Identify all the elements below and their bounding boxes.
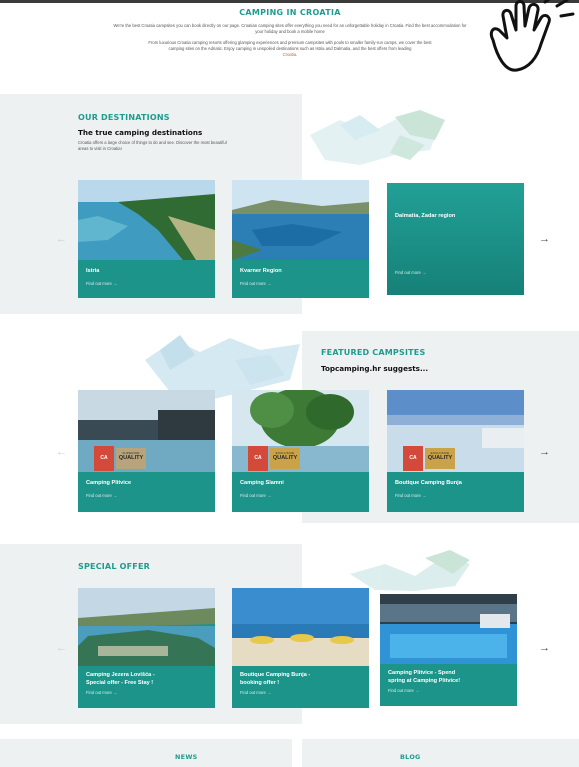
special-prev-arrow-icon[interactable]: ← bbox=[56, 643, 67, 654]
special-title: SPECIAL OFFER bbox=[78, 562, 150, 571]
decorative-map-shape bbox=[310, 110, 445, 165]
intro-block: CAMPING IN CROATIA We're the best Croati… bbox=[70, 8, 510, 63]
bunja-beach-photo bbox=[232, 588, 369, 668]
intro-p2-line1: From luxurious Croatia camping resorts o… bbox=[148, 40, 432, 45]
blog-title[interactable]: BLOG bbox=[400, 753, 421, 761]
card-name-line2: Special offer - Free Stay ! bbox=[86, 679, 154, 686]
intro-p1-line1: We're the best Croatia campsites you can… bbox=[113, 23, 467, 28]
destination-card-istria[interactable]: Istria Find out more → bbox=[78, 180, 215, 298]
slamni-caption: Camping Slamni Find out more → bbox=[232, 472, 369, 512]
dalmatia-overlay bbox=[387, 183, 524, 295]
kvarner-caption: Kvarner Region Find out more → bbox=[232, 260, 369, 298]
intro-p1-line2: your holiday and book a mobile home bbox=[255, 29, 325, 34]
card-name: Istria bbox=[86, 268, 100, 274]
intro-paragraph-2: From luxurious Croatia camping resorts o… bbox=[70, 40, 510, 58]
featured-subtitle: Topcamping.hr suggests... bbox=[321, 364, 429, 373]
find-out-more-link[interactable]: Find out more → bbox=[86, 690, 207, 695]
camping-logo: CA bbox=[248, 446, 268, 471]
intro-p2-line3: Croatia. bbox=[282, 52, 298, 57]
find-out-more-link[interactable]: Find out more → bbox=[240, 281, 361, 286]
featured-card-bunja[interactable]: CA EXCLUSIVE QUALITY Boutique Camping Bu… bbox=[387, 390, 524, 512]
intro-p2-line2: camping sites on the Adriatic. Enjoy cam… bbox=[168, 46, 412, 51]
camping-logo: CA bbox=[94, 446, 114, 471]
jezera-photo bbox=[78, 588, 215, 668]
badge-plate: SUPERIOR QUALITY bbox=[116, 448, 146, 469]
special-card-jezera[interactable]: Camping Jezera Lovišća - Special offer -… bbox=[78, 588, 215, 708]
card-name-line1: Boutique Camping Bunja - bbox=[240, 672, 311, 678]
find-out-more-link[interactable]: Find out more → bbox=[86, 281, 207, 286]
card-name: Camping Slamni bbox=[240, 480, 284, 486]
istria-photo bbox=[78, 180, 215, 260]
quality-badge: CA SUPERIOR QUALITY bbox=[94, 446, 146, 471]
camping-logo: CA bbox=[403, 446, 423, 471]
card-name-line2: booking offer ! bbox=[240, 679, 280, 686]
card-name: Dalmatia, Zadar region bbox=[395, 213, 456, 219]
badge-main-text: QUALITY bbox=[118, 455, 144, 461]
destination-card-dalmatia[interactable]: Dalmatia, Zadar region Find out more → bbox=[387, 183, 524, 295]
bunja-offer-caption: Boutique Camping Bunja - booking offer !… bbox=[232, 666, 369, 708]
plitvice-caption: Camping Plitvice Find out more → bbox=[78, 472, 215, 512]
news-title[interactable]: NEWS bbox=[175, 753, 198, 761]
special-next-arrow-icon[interactable]: → bbox=[539, 643, 550, 654]
card-name-line1: Camping Plitvice - Spend bbox=[388, 670, 456, 676]
intro-paragraph-1: We're the best Croatia campsites you can… bbox=[70, 23, 510, 35]
blog-section-bg bbox=[302, 739, 579, 767]
badge-main-text: QUALITY bbox=[427, 455, 453, 461]
featured-prev-arrow-icon[interactable]: ← bbox=[56, 447, 67, 458]
card-name: Boutique Camping Bunja bbox=[395, 480, 462, 486]
card-name-line2: spring at Camping Plitvice! bbox=[388, 677, 461, 684]
badge-plate: EXCLUSIVE QUALITY bbox=[270, 448, 300, 469]
find-out-more-link[interactable]: Find out more → bbox=[388, 688, 509, 693]
special-card-plitvice[interactable]: Camping Plitvice - Spend spring at Campi… bbox=[380, 594, 517, 706]
plitvice-offer-caption: Camping Plitvice - Spend spring at Campi… bbox=[380, 664, 517, 706]
jezera-caption: Camping Jezera Lovišća - Special offer -… bbox=[78, 666, 215, 708]
find-out-more-link[interactable]: Find out more → bbox=[240, 493, 361, 498]
bunja-caption: Boutique Camping Bunja Find out more → bbox=[387, 472, 524, 512]
featured-title: FEATURED CAMPSITES bbox=[321, 348, 426, 357]
badge-main-text: QUALITY bbox=[272, 455, 298, 461]
find-out-more-link[interactable]: Find out more → bbox=[395, 270, 426, 275]
destinations-title: OUR DESTINATIONS bbox=[78, 113, 170, 122]
featured-card-slamni[interactable]: CA EXCLUSIVE QUALITY Camping Slamni Find… bbox=[232, 390, 369, 512]
destinations-next-arrow-icon[interactable]: → bbox=[539, 234, 550, 245]
badge-plate: EXCLUSIVE QUALITY bbox=[425, 448, 455, 469]
special-card-bunja[interactable]: Boutique Camping Bunja - booking offer !… bbox=[232, 588, 369, 708]
quality-badge: CA EXCLUSIVE QUALITY bbox=[403, 446, 455, 471]
destinations-description: Croatia offers a large choice of things … bbox=[78, 140, 227, 151]
find-out-more-link[interactable]: Find out more → bbox=[240, 690, 361, 695]
card-name: Camping Plitvice bbox=[86, 480, 132, 486]
plitvice-pool-photo bbox=[380, 594, 517, 666]
find-out-more-link[interactable]: Find out more → bbox=[395, 493, 516, 498]
featured-next-arrow-icon[interactable]: → bbox=[539, 447, 550, 458]
istria-caption: Istria Find out more → bbox=[78, 260, 215, 298]
quality-badge: CA EXCLUSIVE QUALITY bbox=[248, 446, 300, 471]
destinations-prev-arrow-icon[interactable]: ← bbox=[56, 234, 67, 245]
destinations-subtitle: The true camping destinations bbox=[78, 128, 203, 137]
card-name-line1: Camping Jezera Lovišća - bbox=[86, 672, 155, 678]
find-out-more-link[interactable]: Find out more → bbox=[86, 493, 207, 498]
news-section-bg bbox=[0, 739, 292, 767]
kvarner-photo bbox=[232, 180, 369, 260]
destination-card-kvarner[interactable]: Kvarner Region Find out more → bbox=[232, 180, 369, 298]
pointing-hand-icon bbox=[489, 0, 575, 72]
card-name: Kvarner Region bbox=[240, 268, 282, 274]
featured-card-plitvice[interactable]: CA SUPERIOR QUALITY Camping Plitvice Fin… bbox=[78, 390, 215, 512]
intro-title: CAMPING IN CROATIA bbox=[239, 8, 341, 17]
